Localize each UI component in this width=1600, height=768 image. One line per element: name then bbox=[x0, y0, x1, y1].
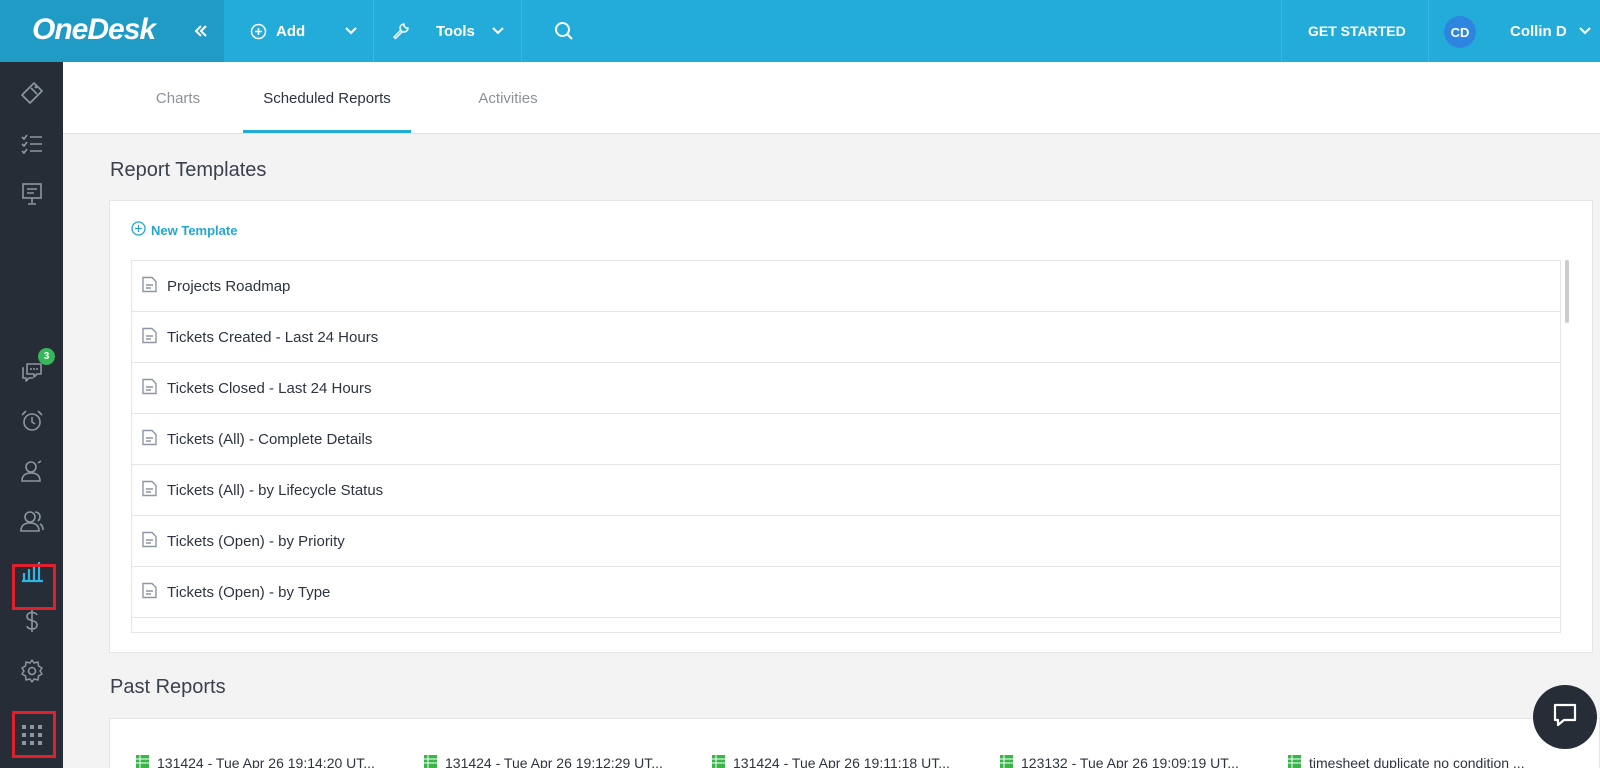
document-icon bbox=[141, 582, 167, 603]
logo-area: OneDesk bbox=[0, 0, 224, 62]
sidebar-item-tickets[interactable] bbox=[0, 68, 63, 118]
chat-widget-button[interactable] bbox=[1533, 685, 1597, 749]
sidebar-item-tasks[interactable] bbox=[0, 119, 63, 169]
sidebar: 3 bbox=[0, 62, 63, 768]
ticket-icon bbox=[19, 80, 45, 106]
get-started-button[interactable]: GET STARTED bbox=[1308, 0, 1406, 62]
past-report-name: 131424 - Tue Apr 26 19:11:18 UT... bbox=[733, 755, 950, 768]
dollar-icon bbox=[19, 608, 45, 634]
tab-bar: Charts Scheduled Reports Activities bbox=[63, 62, 1600, 134]
divider bbox=[373, 0, 374, 62]
document-icon bbox=[141, 531, 167, 552]
double-chevron-left-icon[interactable] bbox=[194, 17, 208, 51]
users-icon bbox=[19, 508, 45, 534]
task-list-icon bbox=[19, 131, 45, 157]
wrench-icon bbox=[392, 22, 410, 40]
onedesk-logo[interactable]: OneDesk bbox=[32, 13, 156, 47]
search-button[interactable] bbox=[554, 0, 574, 62]
document-icon bbox=[141, 480, 167, 501]
past-reports-title: Past Reports bbox=[110, 676, 226, 698]
spreadsheet-icon bbox=[135, 754, 157, 768]
tab-scheduled-reports[interactable]: Scheduled Reports bbox=[243, 62, 411, 134]
tools-label: Tools bbox=[436, 22, 475, 40]
template-name: Tickets Created - Last 24 Hours bbox=[167, 328, 379, 346]
document-icon bbox=[141, 276, 167, 297]
tab-charts[interactable]: Charts bbox=[123, 62, 233, 134]
template-name: Tickets (All) - by Lifecycle Status bbox=[167, 481, 384, 499]
sidebar-item-projects[interactable] bbox=[0, 169, 63, 219]
spreadsheet-icon bbox=[423, 754, 445, 768]
document-icon bbox=[141, 429, 167, 450]
add-button[interactable]: Add bbox=[250, 0, 305, 62]
list-scrollbar[interactable] bbox=[1565, 260, 1569, 323]
new-template-label: New Template bbox=[151, 222, 238, 238]
template-name: Tickets Closed - Last 24 Hours bbox=[167, 379, 372, 397]
divider bbox=[521, 0, 522, 62]
past-report-name: 131424 - Tue Apr 26 19:12:29 UT... bbox=[445, 755, 663, 768]
spreadsheet-icon bbox=[999, 754, 1021, 768]
tab-activities[interactable]: Activities bbox=[443, 62, 573, 134]
search-icon bbox=[554, 21, 574, 41]
add-label: Add bbox=[276, 22, 306, 40]
past-report-item[interactable]: 131424 - Tue Apr 26 19:12:29 UT... bbox=[423, 754, 663, 768]
past-report-name: 131424 - Tue Apr 26 19:14:20 UT... bbox=[157, 755, 375, 768]
alarm-clock-icon bbox=[19, 408, 45, 434]
past-report-name: 123132 - Tue Apr 26 19:09:19 UT... bbox=[1021, 755, 1239, 768]
active-tab-indicator bbox=[243, 130, 411, 133]
list-item[interactable] bbox=[132, 618, 1560, 634]
top-bar: OneDesk Add Tools GET STARTED CD Collin … bbox=[0, 0, 1600, 62]
past-report-item[interactable]: timesheet duplicate no condition ... bbox=[1287, 754, 1525, 768]
template-name: Tickets (All) - Complete Details bbox=[167, 430, 373, 448]
plus-circle-icon bbox=[250, 23, 267, 40]
list-item[interactable]: Tickets Created - Last 24 Hours bbox=[132, 312, 1560, 363]
tools-button[interactable]: Tools bbox=[392, 0, 505, 62]
chevron-down-icon bbox=[344, 26, 358, 36]
sidebar-item-users[interactable] bbox=[0, 496, 63, 546]
report-templates-list: Projects Roadmap Tickets Created - Last … bbox=[131, 260, 1561, 633]
spreadsheet-icon bbox=[711, 754, 733, 768]
notification-badge: 3 bbox=[38, 348, 55, 365]
template-name: Projects Roadmap bbox=[167, 277, 291, 295]
divider bbox=[1281, 0, 1282, 62]
user-menu[interactable]: Collin D bbox=[1510, 0, 1591, 62]
past-report-item[interactable]: 123132 - Tue Apr 26 19:09:19 UT... bbox=[999, 754, 1239, 768]
document-icon bbox=[141, 633, 167, 634]
highlight-box bbox=[12, 564, 56, 610]
highlight-box bbox=[12, 711, 56, 758]
user-name: Collin D bbox=[1510, 22, 1567, 40]
list-item[interactable]: Tickets (All) - Complete Details bbox=[132, 414, 1560, 465]
chat-icon bbox=[1550, 700, 1580, 735]
spreadsheet-icon bbox=[1287, 754, 1309, 768]
chevron-down-icon bbox=[1578, 26, 1591, 36]
add-dropdown-button[interactable] bbox=[344, 0, 358, 62]
list-item[interactable]: Projects Roadmap bbox=[132, 261, 1560, 312]
template-name: Tickets (Open) - by Type bbox=[167, 583, 331, 601]
plus-circle-icon bbox=[131, 221, 151, 239]
chevron-down-icon bbox=[491, 26, 505, 36]
settings-icon bbox=[19, 658, 45, 684]
past-report-item[interactable]: 131424 - Tue Apr 26 19:14:20 UT... bbox=[135, 754, 375, 768]
avatar[interactable]: CD bbox=[1444, 16, 1476, 48]
list-item[interactable]: Tickets (Open) - by Priority bbox=[132, 516, 1560, 567]
list-item[interactable]: Tickets Closed - Last 24 Hours bbox=[132, 363, 1560, 414]
list-item[interactable]: Tickets (Open) - by Type bbox=[132, 567, 1560, 618]
sidebar-item-customers[interactable] bbox=[0, 446, 63, 496]
past-report-item[interactable]: 131424 - Tue Apr 26 19:11:18 UT... bbox=[711, 754, 950, 768]
document-icon bbox=[141, 378, 167, 399]
document-icon bbox=[141, 327, 167, 348]
customer-icon bbox=[19, 458, 45, 484]
list-item[interactable]: Tickets (All) - by Lifecycle Status bbox=[132, 465, 1560, 516]
sidebar-item-settings[interactable] bbox=[0, 646, 63, 696]
template-name: Tickets (Open) - by Priority bbox=[167, 532, 345, 550]
past-report-name: timesheet duplicate no condition ... bbox=[1309, 755, 1525, 768]
divider bbox=[1428, 0, 1429, 62]
report-templates-title: Report Templates bbox=[110, 159, 267, 181]
sidebar-item-timers[interactable] bbox=[0, 396, 63, 446]
sidebar-item-messages[interactable]: 3 bbox=[0, 346, 63, 396]
project-board-icon bbox=[19, 181, 45, 207]
new-template-button[interactable]: New Template bbox=[131, 221, 237, 239]
